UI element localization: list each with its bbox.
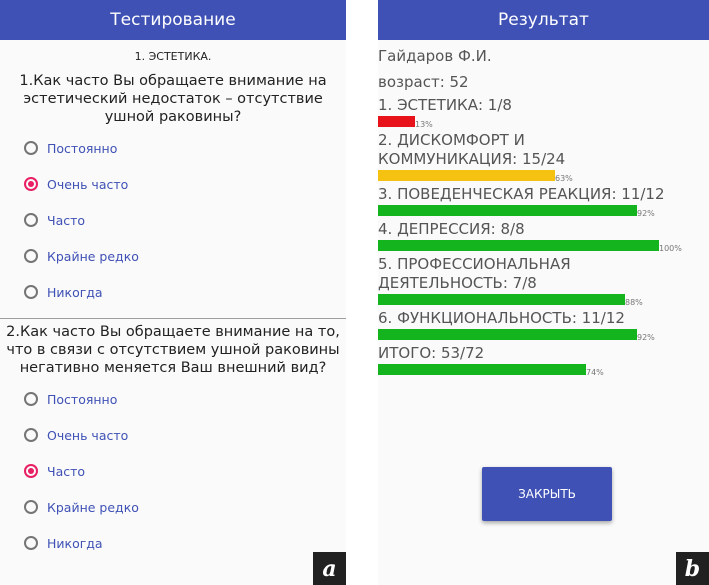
question-2-options: Постоянно Очень часто Часто Крайне редко… (0, 381, 346, 561)
radio-button-icon[interactable] (24, 285, 38, 299)
result-progress-bar (378, 205, 637, 216)
result-progress-bar (378, 294, 625, 305)
patient-age: возраст: 52 (378, 73, 469, 91)
option-label: Постоянно (47, 391, 118, 407)
close-button[interactable]: ЗАКРЫТЬ (482, 467, 612, 521)
result-bar-row: 63% (378, 169, 709, 183)
result-percent-label: 100% (659, 244, 682, 253)
patient-name: Гайдаров Ф.И. (378, 47, 492, 65)
radio-button-icon[interactable] (24, 536, 38, 550)
question-2-text: 2.Как часто Вы обращаете внимание на то,… (6, 324, 340, 376)
result-bar-row: 74% (378, 363, 709, 377)
q2-option-4[interactable]: Никогда (0, 525, 346, 561)
test-title: Тестирование (110, 10, 236, 30)
radio-button-icon[interactable] (24, 428, 38, 442)
q2-option-2[interactable]: Часто (0, 453, 346, 489)
result-bar-row: 13% (378, 115, 709, 129)
result-bar-row: 88% (378, 293, 709, 307)
radio-button-icon[interactable] (24, 249, 38, 263)
panel-tag-b: b (676, 552, 709, 585)
result-category-label: 2. ДИСКОМФОРТ И КОММУНИКАЦИЯ: 15/24 (378, 131, 566, 168)
result-category-label: 6. ФУНКЦИОНАЛЬНОСТЬ: 11/12 (378, 309, 625, 327)
result-category-label: 3. ПОВЕДЕНЧЕСКАЯ РЕАКЦИЯ: 11/12 (378, 185, 665, 203)
result-category-label: ИТОГО: 53/72 (378, 344, 485, 362)
option-label: Никогда (47, 284, 103, 300)
question-1-options: Постоянно Очень часто Часто Крайне редко… (0, 130, 346, 310)
q2-option-0[interactable]: Постоянно (0, 381, 346, 417)
result-percent-label: 92% (637, 333, 655, 342)
results-list: 1. ЭСТЕТИКА: 1/8 13% 2. ДИСКОМФОРТ И КОММУ… (378, 96, 709, 377)
q1-option-4[interactable]: Никогда (0, 274, 346, 310)
result-percent-label: 63% (555, 174, 573, 183)
section-title: 1. ЭСТЕТИКА. (134, 50, 212, 63)
radio-button-checked-icon[interactable] (24, 464, 38, 478)
result-screen: Результат Гайдаров Ф.И. возраст: 52 1. Э… (378, 0, 709, 585)
result-progress-bar (378, 364, 586, 375)
result-title: Результат (498, 10, 589, 30)
result-app-bar: Результат (378, 0, 709, 40)
result-percent-label: 88% (625, 298, 643, 307)
q1-option-2[interactable]: Часто (0, 202, 346, 238)
result-bar-row: 92% (378, 328, 709, 342)
radio-button-checked-icon[interactable] (24, 177, 38, 191)
question-1-text: 1.Как часто Вы обращаете внимание на эст… (19, 73, 327, 125)
q1-option-0[interactable]: Постоянно (0, 130, 346, 166)
q1-option-3[interactable]: Крайне редко (0, 238, 346, 274)
option-label: Крайне редко (47, 248, 139, 264)
result-percent-label: 74% (586, 368, 604, 377)
result-bar-row: 100% (378, 239, 709, 253)
test-app-bar: Тестирование (0, 0, 346, 40)
result-category-label: 4. ДЕПРЕССИЯ: 8/8 (378, 220, 525, 238)
result-progress-bar (378, 329, 637, 340)
option-label: Часто (47, 212, 86, 228)
radio-button-icon[interactable] (24, 213, 38, 227)
option-label: Никогда (47, 535, 103, 551)
radio-button-icon[interactable] (24, 141, 38, 155)
option-label: Часто (47, 463, 86, 479)
panel-tag-a: a (313, 552, 346, 585)
result-percent-label: 92% (637, 209, 655, 218)
q2-option-1[interactable]: Очень часто (0, 417, 346, 453)
result-progress-bar (378, 240, 659, 251)
radio-button-icon[interactable] (24, 392, 38, 406)
option-label: Очень часто (47, 176, 129, 192)
result-bar-row: 92% (378, 204, 709, 218)
option-label: Очень часто (47, 427, 129, 443)
result-progress-bar (378, 170, 555, 181)
result-category-label: 5. ПРОФЕССИОНАЛЬНАЯ ДЕЯТЕЛЬНОСТЬ: 7/8 (378, 255, 571, 292)
result-percent-label: 13% (415, 120, 433, 129)
q2-option-3[interactable]: Крайне редко (0, 489, 346, 525)
option-label: Постоянно (47, 140, 118, 156)
q1-option-1[interactable]: Очень часто (0, 166, 346, 202)
test-screen: Тестирование 1. ЭСТЕТИКА. 1.Как часто Вы… (0, 0, 346, 585)
radio-button-icon[interactable] (24, 500, 38, 514)
result-category-label: 1. ЭСТЕТИКА: 1/8 (378, 96, 512, 114)
question-divider (0, 318, 346, 319)
option-label: Крайне редко (47, 499, 139, 515)
result-progress-bar (378, 116, 415, 127)
